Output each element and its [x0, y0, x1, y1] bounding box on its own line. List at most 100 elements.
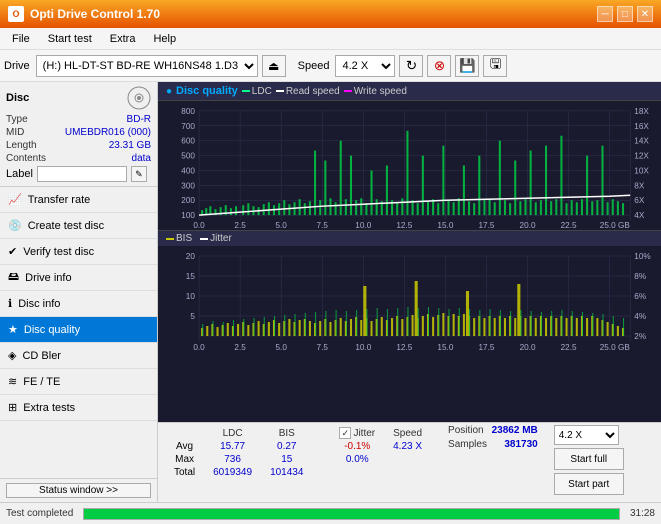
nav-drive-info[interactable]: 🖴 Drive info	[0, 265, 157, 291]
start-full-button[interactable]: Start full	[554, 448, 624, 470]
menu-start-test[interactable]: Start test	[40, 31, 100, 47]
samples-label: Samples	[448, 439, 487, 450]
app-title: Opti Drive Control 1.70	[30, 7, 160, 21]
chart-area: 800 700 600 500 400 300 200 100 18X 16X …	[158, 101, 661, 422]
disc-icon	[127, 86, 151, 110]
label-edit-button[interactable]: ✎	[131, 166, 147, 182]
col-empty	[313, 427, 329, 439]
nav-extra-tests[interactable]: ⊞ Extra tests	[0, 395, 157, 421]
refresh-button[interactable]: ↻	[399, 55, 423, 77]
legend-jitter: Jitter	[200, 233, 232, 244]
nav-verify-test-disc[interactable]: ✔ Verify test disc	[0, 239, 157, 265]
nav-disc-info[interactable]: ℹ Disc info	[0, 291, 157, 317]
disc-length-row: Length 23.31 GB	[6, 140, 151, 151]
fe-te-icon: ≋	[8, 375, 17, 388]
progress-bar-container	[83, 508, 620, 520]
bis-chart-svg: 20 15 10 5 10% 8% 6% 4% 2% 0.0 2.5 5.0 7…	[158, 246, 661, 354]
samples-row: Samples 381730	[448, 439, 538, 450]
nav-create-test-disc[interactable]: 💿 Create test disc	[0, 213, 157, 239]
start-part-button[interactable]: Start part	[554, 473, 624, 495]
main-layout: Disc Type BD-R MID UMEBDR016 (000) Lengt…	[0, 82, 661, 502]
toolbar: Drive (H:) HL-DT-ST BD-RE WH16NS48 1.D3 …	[0, 50, 661, 82]
title-bar-left: O Opti Drive Control 1.70	[8, 6, 160, 22]
total-row: Total 6019349 101434	[166, 467, 430, 478]
time-display: 31:28	[630, 508, 655, 519]
ldc-color	[242, 90, 250, 92]
svg-text:15.0: 15.0	[437, 343, 453, 352]
speed-select[interactable]: 4.2 X	[335, 55, 395, 77]
eject-button[interactable]: ⏏	[262, 55, 286, 77]
legend-bis-label: BIS	[176, 233, 192, 244]
legend-write-speed: Write speed	[344, 86, 407, 97]
total-ldc: 6019349	[205, 467, 260, 478]
contents-value: data	[132, 153, 151, 164]
nav-disc-quality[interactable]: ★ Disc quality	[0, 317, 157, 343]
svg-text:5.0: 5.0	[275, 343, 287, 352]
position-label: Position	[448, 425, 484, 436]
stats-bar: LDC BIS ✓ Jitter Speed	[158, 422, 661, 502]
length-value: 23.31 GB	[109, 140, 151, 151]
erase-button[interactable]: ⊗	[427, 55, 451, 77]
transfer-rate-icon: 📈	[8, 193, 22, 206]
max-row: Max 736 15 0.0%	[166, 454, 430, 465]
svg-text:10.0: 10.0	[355, 221, 371, 230]
svg-text:100: 100	[181, 211, 195, 220]
speed-select-small[interactable]: 4.2 X	[554, 425, 619, 445]
bis-legend-row: BIS Jitter	[158, 231, 661, 246]
disc-info-icon: ℹ	[8, 297, 12, 310]
disc-header: Disc	[6, 86, 151, 110]
position-row: Position 23862 MB	[448, 425, 538, 436]
nav-disc-info-label: Disc info	[18, 298, 60, 310]
save-button[interactable]: 🖫	[483, 55, 507, 77]
svg-text:20.0: 20.0	[520, 343, 536, 352]
label-label: Label	[6, 168, 33, 180]
mid-label: MID	[6, 127, 24, 138]
minimize-button[interactable]: ─	[597, 6, 613, 22]
menu-help[interactable]: Help	[145, 31, 184, 47]
nav-fe-te-label: FE / TE	[23, 376, 60, 388]
nav-transfer-rate[interactable]: 📈 Transfer rate	[0, 187, 157, 213]
max-empty	[313, 454, 329, 465]
svg-text:10.0: 10.0	[355, 343, 371, 352]
disc-quality-icon-header: ●	[166, 86, 172, 97]
burn-button[interactable]: 💾	[455, 55, 479, 77]
maximize-button[interactable]: □	[617, 6, 633, 22]
legend-ldc-label: LDC	[252, 86, 272, 97]
svg-text:4X: 4X	[634, 211, 645, 220]
col-ldc: LDC	[205, 427, 260, 439]
svg-text:22.5: 22.5	[561, 221, 577, 230]
svg-text:18X: 18X	[634, 107, 649, 116]
drive-select[interactable]: (H:) HL-DT-ST BD-RE WH16NS48 1.D3	[36, 55, 258, 77]
jitter-checkbox[interactable]: ✓	[339, 427, 351, 439]
avg-jitter: -0.1%	[331, 441, 383, 452]
label-input[interactable]	[37, 166, 127, 182]
speed-label: Speed	[298, 60, 330, 72]
col-jitter-header: ✓ Jitter	[331, 427, 383, 439]
svg-text:600: 600	[181, 137, 195, 146]
svg-text:14X: 14X	[634, 137, 649, 146]
jitter-label: Jitter	[353, 428, 375, 439]
close-button[interactable]: ✕	[637, 6, 653, 22]
svg-text:12.5: 12.5	[396, 343, 412, 352]
svg-text:25.0 GB: 25.0 GB	[600, 343, 630, 352]
disc-quality-icon: ★	[8, 323, 18, 336]
status-window-button[interactable]: Status window >>	[6, 483, 151, 498]
write-speed-color	[344, 90, 352, 92]
svg-text:10X: 10X	[634, 167, 649, 176]
menu-extra[interactable]: Extra	[102, 31, 144, 47]
menu-file[interactable]: File	[4, 31, 38, 47]
progress-bar-fill	[84, 509, 619, 519]
mid-value: UMEBDR016 (000)	[65, 127, 151, 138]
samples-value: 381730	[504, 439, 537, 450]
nav-fe-te[interactable]: ≋ FE / TE	[0, 369, 157, 395]
svg-text:10%: 10%	[634, 252, 650, 261]
nav-cd-bler[interactable]: ◈ CD Bler	[0, 343, 157, 369]
nav-disc-quality-label: Disc quality	[24, 324, 80, 336]
svg-text:6X: 6X	[634, 196, 645, 205]
total-bis: 101434	[262, 467, 311, 478]
legend-bis: BIS	[166, 233, 192, 244]
svg-text:800: 800	[181, 107, 195, 116]
nav-extra-tests-label: Extra tests	[23, 402, 75, 414]
total-jitter-empty	[331, 467, 383, 478]
svg-text:5: 5	[190, 312, 195, 321]
